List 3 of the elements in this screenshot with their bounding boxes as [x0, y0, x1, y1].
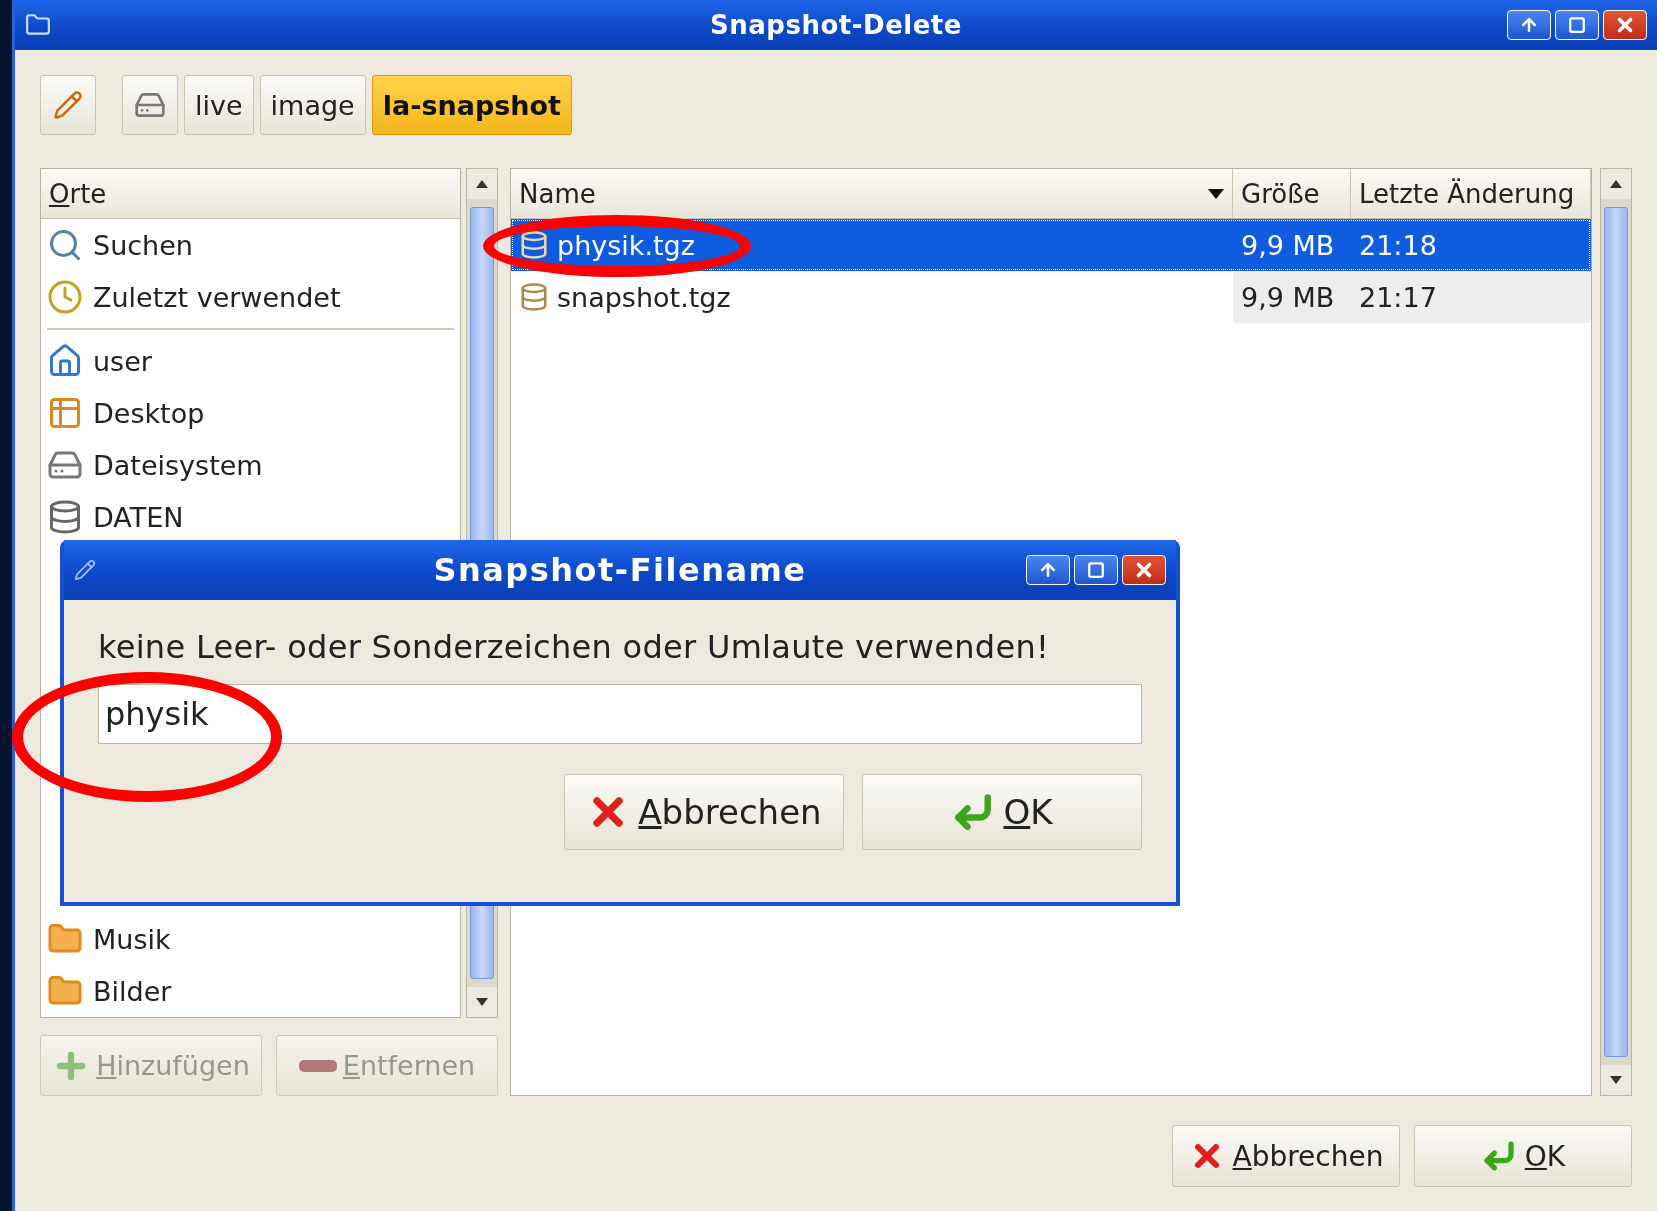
window-title: Snapshot-Delete: [710, 10, 962, 40]
dialog-message: keine Leer- oder Sonderzeichen oder Umlaute verwenden!: [98, 628, 1051, 666]
dialog-title: Snapshot-Filename: [433, 551, 807, 589]
